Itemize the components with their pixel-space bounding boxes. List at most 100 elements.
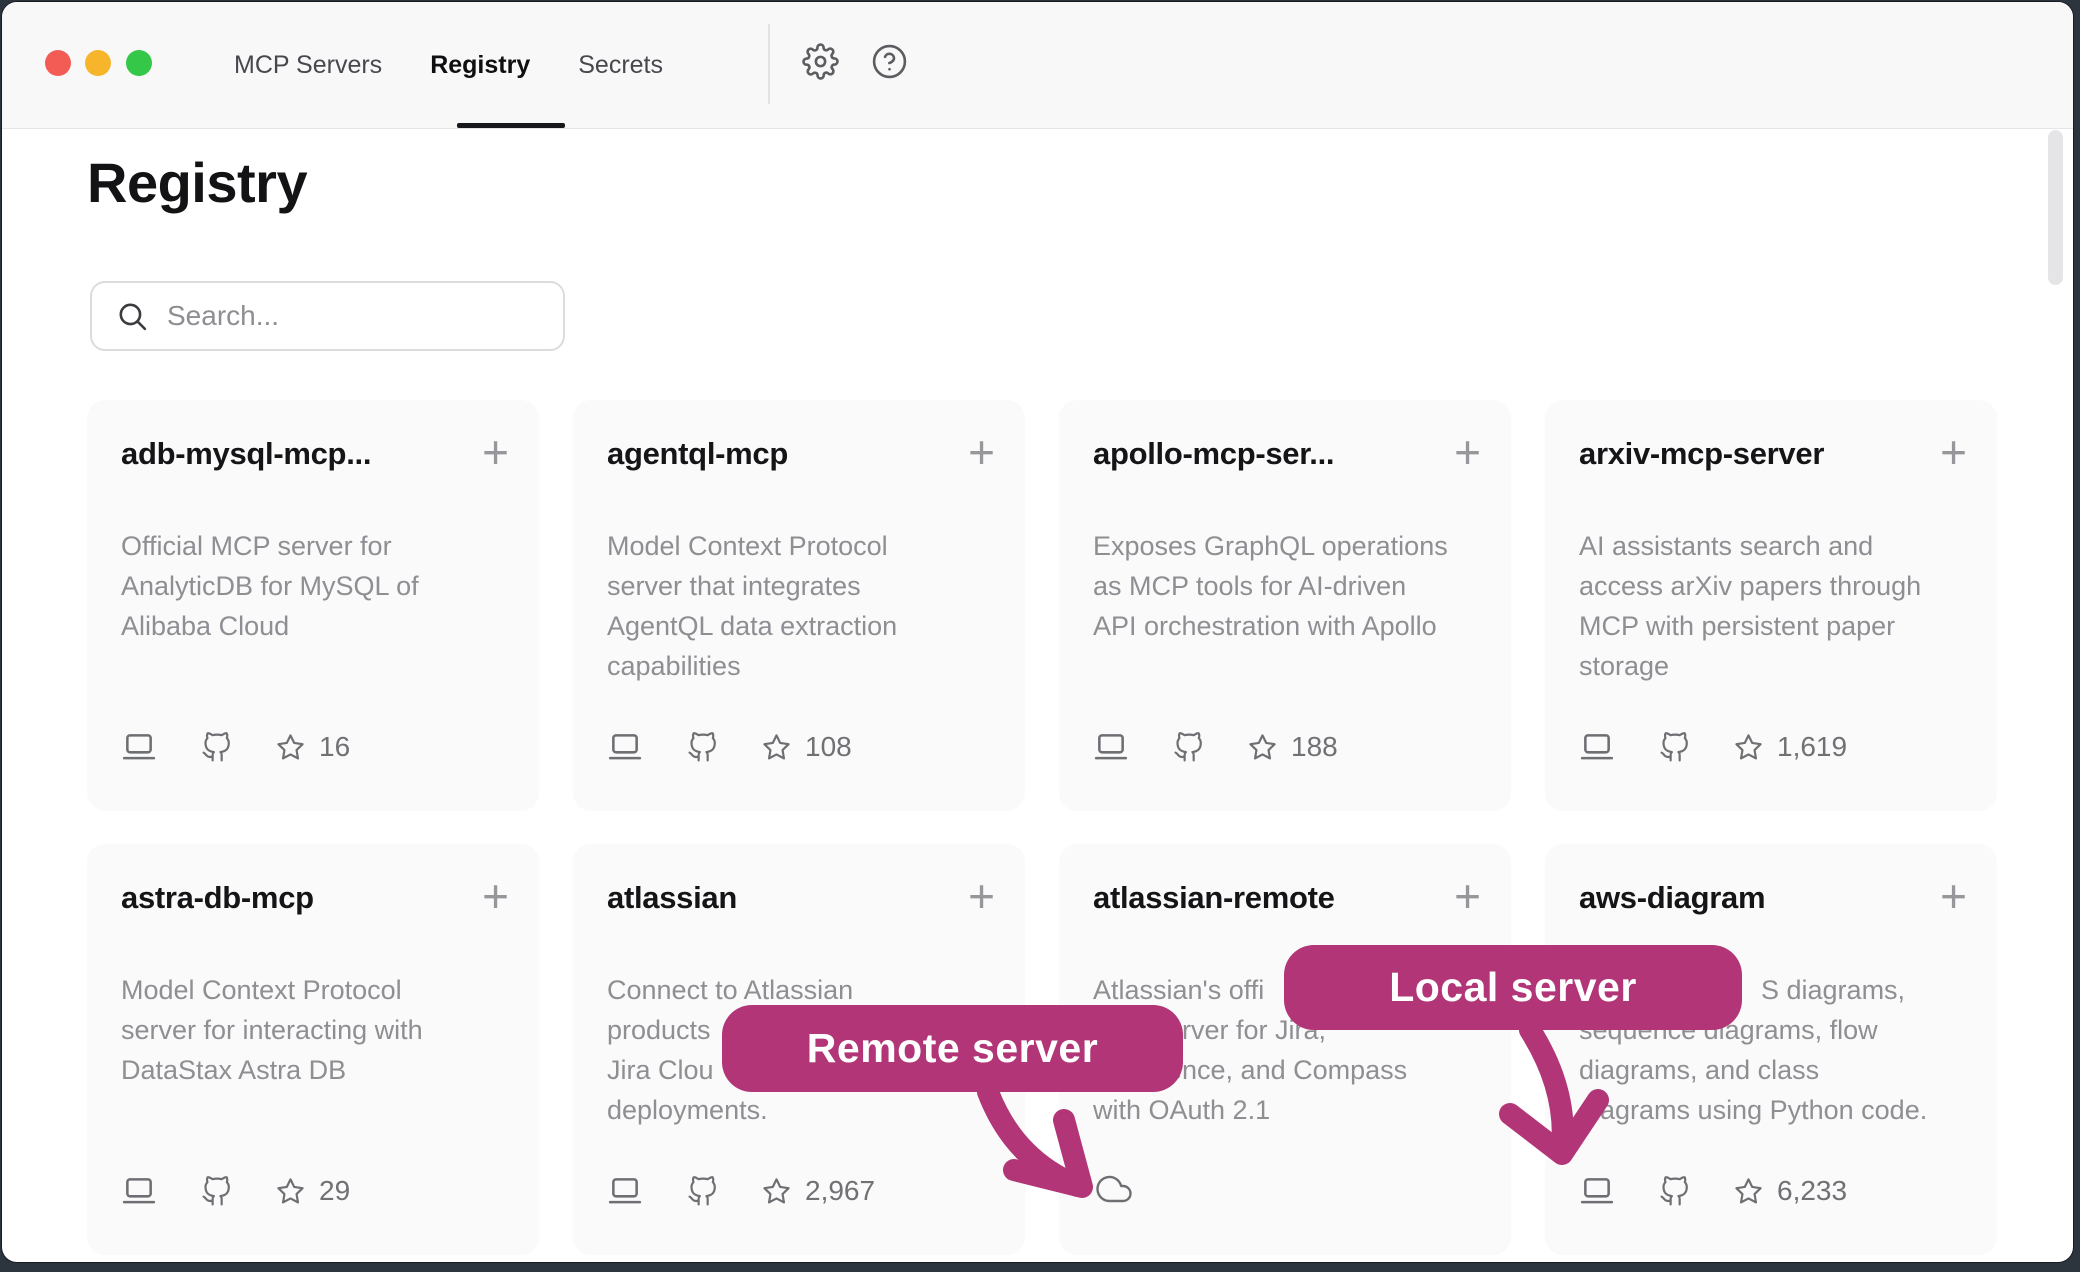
add-server-button[interactable]: +: [968, 432, 995, 472]
window-zoom-button[interactable]: [126, 50, 152, 76]
description-line: access arXiv papers through: [1579, 566, 1967, 606]
titlebar: MCP Servers Registry Secrets: [2, 2, 2073, 129]
card-footer: 29: [121, 1175, 509, 1207]
card-footer: 2,967: [607, 1175, 995, 1207]
laptop-icon: [1579, 731, 1615, 763]
description-line: storage: [1579, 646, 1967, 686]
description-line: S diagrams,: [1761, 970, 1967, 1010]
description-line: Model Context Protocol: [607, 526, 995, 566]
settings-button[interactable]: [801, 44, 839, 82]
remote-server-callout: Remote server: [722, 1005, 1183, 1092]
star-icon: [1734, 733, 1763, 762]
card-footer: [1093, 1171, 1481, 1207]
tab-registry[interactable]: Registry: [430, 51, 530, 80]
github-icon: [687, 1176, 718, 1207]
card-header: atlassian +: [607, 876, 995, 920]
description-line: with OAuth 2.1: [1093, 1090, 1481, 1130]
tab-bar: MCP Servers Registry Secrets: [234, 2, 663, 128]
card-header: astra-db-mcp +: [121, 876, 509, 920]
server-description: Exposes GraphQL operationsas MCP tools f…: [1093, 526, 1481, 646]
laptop-icon: [1579, 1175, 1615, 1207]
help-button[interactable]: [870, 44, 908, 82]
github-icon: [1173, 732, 1204, 763]
add-server-button[interactable]: +: [1454, 876, 1481, 916]
add-server-button[interactable]: +: [1940, 876, 1967, 916]
description-line: DataStax Astra DB: [121, 1050, 509, 1090]
card-header: arxiv-mcp-server +: [1579, 432, 1967, 476]
github-icon: [1659, 1176, 1690, 1207]
description-line: MCP with persistent paper: [1579, 606, 1967, 646]
description-line: deployments.: [607, 1090, 995, 1130]
github-icon: [687, 732, 718, 763]
server-description: AI assistants search andaccess arXiv pap…: [1579, 526, 1967, 686]
star-count: 188: [1248, 731, 1338, 763]
add-server-button[interactable]: +: [482, 432, 509, 472]
description-line: API orchestration with Apollo: [1093, 606, 1481, 646]
server-card[interactable]: aws-diagram + S diagrams,sequence diagra…: [1545, 844, 1997, 1255]
description-line: Official MCP server for: [121, 526, 509, 566]
description-line: capabilities: [607, 646, 995, 686]
server-description: Model Context Protocolserver that integr…: [607, 526, 995, 686]
description-line: diagrams, and class: [1579, 1050, 1967, 1090]
add-server-button[interactable]: +: [482, 876, 509, 916]
card-footer: 188: [1093, 731, 1481, 763]
laptop-icon: [607, 731, 643, 763]
add-server-button[interactable]: +: [1940, 432, 1967, 472]
server-card[interactable]: apollo-mcp-ser... + Exposes GraphQL oper…: [1059, 400, 1511, 811]
window-minimize-button[interactable]: [85, 50, 111, 76]
card-footer: 1,619: [1579, 731, 1967, 763]
app-window: MCP Servers Registry Secrets: [2, 2, 2073, 1262]
star-count: 29: [276, 1175, 350, 1207]
description-line: diagrams using Python code.: [1579, 1090, 1967, 1130]
server-name: astra-db-mcp: [121, 876, 314, 920]
card-header: apollo-mcp-ser... +: [1093, 432, 1481, 476]
star-icon: [1734, 1177, 1763, 1206]
server-card[interactable]: arxiv-mcp-server + AI assistants search …: [1545, 400, 1997, 811]
card-header: aws-diagram +: [1579, 876, 1967, 920]
cloud-icon: [1093, 1171, 1135, 1207]
star-count: 1,619: [1734, 731, 1847, 763]
card-header: agentql-mcp +: [607, 432, 995, 476]
server-description: Official MCP server forAnalyticDB for My…: [121, 526, 509, 646]
server-description: Model Context Protocolserver for interac…: [121, 970, 509, 1090]
description-line: AgentQL data extraction: [607, 606, 995, 646]
server-name: atlassian: [607, 876, 737, 920]
search-input[interactable]: [165, 299, 563, 333]
server-name: arxiv-mcp-server: [1579, 432, 1824, 476]
description-line: as MCP tools for AI-driven: [1093, 566, 1481, 606]
active-tab-indicator: [457, 123, 565, 128]
desktop-backdrop: MCP Servers Registry Secrets: [0, 0, 2080, 1272]
scrollbar-thumb[interactable]: [2048, 130, 2063, 285]
laptop-icon: [121, 1175, 157, 1207]
description-line: ence, and Compass: [1167, 1050, 1481, 1090]
search-icon: [116, 300, 149, 333]
description-line: server for interacting with: [121, 1010, 509, 1050]
laptop-icon: [607, 1175, 643, 1207]
server-card[interactable]: adb-mysql-mcp... + Official MCP server f…: [87, 400, 539, 811]
window-close-button[interactable]: [45, 50, 71, 76]
server-name: aws-diagram: [1579, 876, 1765, 920]
star-icon: [762, 733, 791, 762]
description-line: server that integrates: [607, 566, 995, 606]
search-box: [90, 281, 565, 351]
server-card[interactable]: astra-db-mcp + Model Context Protocolser…: [87, 844, 539, 1255]
tab-secrets[interactable]: Secrets: [578, 51, 663, 80]
card-footer: 16: [121, 731, 509, 763]
add-server-button[interactable]: +: [1454, 432, 1481, 472]
server-card[interactable]: agentql-mcp + Model Context Protocolserv…: [573, 400, 1025, 811]
page-title: Registry: [87, 150, 307, 215]
settings-gear-icon: [802, 43, 839, 83]
description-line: Exposes GraphQL operations: [1093, 526, 1481, 566]
github-icon: [1659, 732, 1690, 763]
star-count: 6,233: [1734, 1175, 1847, 1207]
add-server-button[interactable]: +: [968, 876, 995, 916]
star-count: 16: [276, 731, 350, 763]
server-name: apollo-mcp-ser...: [1093, 432, 1334, 476]
description-line: AnalyticDB for MySQL of: [121, 566, 509, 606]
description-line: Connect to Atlassian: [607, 970, 995, 1010]
server-grid: adb-mysql-mcp... + Official MCP server f…: [87, 400, 1997, 1255]
local-server-callout: Local server: [1284, 945, 1742, 1030]
card-header: atlassian-remote +: [1093, 876, 1481, 920]
star-icon: [276, 733, 305, 762]
tab-mcp-servers[interactable]: MCP Servers: [234, 51, 382, 80]
